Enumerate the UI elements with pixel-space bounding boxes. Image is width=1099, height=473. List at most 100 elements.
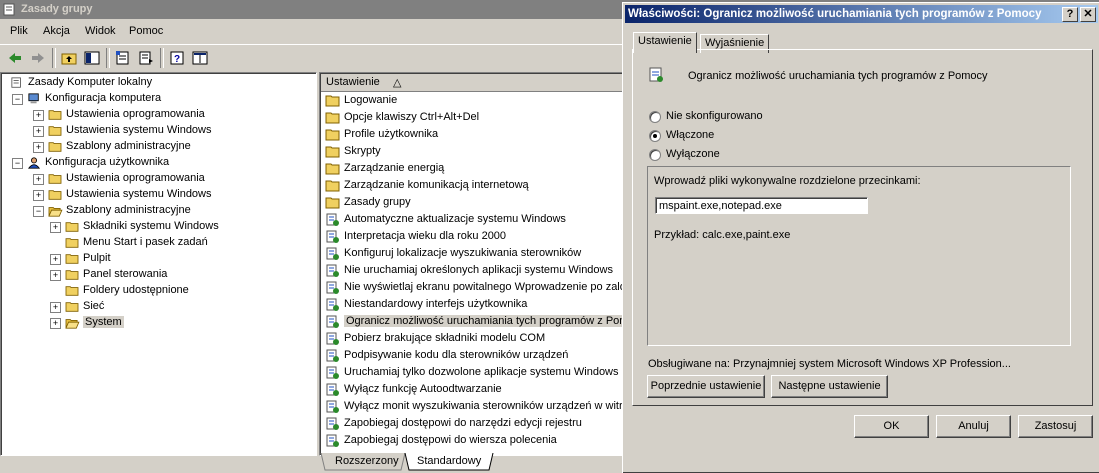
expand-toggle-icon[interactable]: + xyxy=(33,126,44,137)
expand-toggle-icon[interactable]: + xyxy=(50,302,61,313)
help-button[interactable]: ? xyxy=(1062,7,1078,22)
ok-button[interactable]: OK xyxy=(854,415,929,438)
expand-toggle-icon[interactable]: + xyxy=(33,190,44,201)
view-tabs: Rozszerzony Standardowy xyxy=(319,453,629,472)
folder-icon xyxy=(65,238,79,248)
list-item[interactable]: Zapobiegaj dostępowi do wiersza poleceni… xyxy=(324,432,624,449)
user-icon xyxy=(27,157,41,169)
tree-item[interactable]: + Ustawienia oprogramowania xyxy=(1,107,311,123)
tab-standard[interactable]: Standardowy xyxy=(409,453,489,470)
list-item[interactable]: Wyłącz funkcję Autoodtwarzanie xyxy=(324,381,624,398)
list-item[interactable]: Interpretacja wieku dla roku 2000 xyxy=(324,228,624,245)
column-header-setting[interactable]: Ustawienie △ xyxy=(321,74,629,92)
setting-policy-icon xyxy=(649,67,663,82)
list-item[interactable]: Zarządzanie komunikacją internetową xyxy=(324,177,624,194)
policy-setting-icon xyxy=(326,247,339,260)
dialog-title: Właściwości: Ogranicz możliwość uruchami… xyxy=(628,8,1042,20)
list-item[interactable]: Logowanie xyxy=(324,92,624,109)
list-item[interactable]: Nie wyświetlaj ekranu powitalnego Wprowa… xyxy=(324,279,630,296)
previous-setting-button[interactable]: Poprzednie ustawienie xyxy=(647,375,765,398)
radio-not-configured[interactable] xyxy=(649,111,661,123)
settings-list-pane[interactable]: Ustawienie △ Logowanie Opcje klawiszy Ctr… xyxy=(319,72,631,456)
list-item[interactable]: Ogranicz możliwość uruchamiania tych pro… xyxy=(324,313,630,330)
tree-item[interactable]: Foldery udostępnione xyxy=(1,283,311,299)
expand-toggle-icon[interactable]: + xyxy=(50,270,61,281)
list-item[interactable]: Automatyczne aktualizacje systemu Window… xyxy=(324,211,624,228)
folder-open-icon xyxy=(48,207,63,217)
back-arrow-icon[interactable] xyxy=(6,49,24,67)
folder-icon xyxy=(48,110,62,120)
tree-item[interactable]: + Ustawienia systemu Windows xyxy=(1,123,311,139)
radio-disabled[interactable] xyxy=(649,149,661,161)
tree-item[interactable]: − Szablony administracyjne xyxy=(1,203,311,219)
menu-plik[interactable]: Plik xyxy=(10,25,28,37)
show-pane-icon[interactable] xyxy=(191,49,209,67)
list-item[interactable]: Zapobiegaj dostępowi do narzędzi edycji … xyxy=(324,415,624,432)
list-item[interactable]: Uruchamiaj tylko dozwolone aplikacje sys… xyxy=(324,364,624,381)
up-folder-icon[interactable] xyxy=(60,49,78,67)
menu-akcja[interactable]: Akcja xyxy=(43,25,70,37)
tree-item[interactable]: + System xyxy=(1,315,311,331)
tree-item[interactable]: + Ustawienia systemu Windows xyxy=(1,187,311,203)
tree-item[interactable]: + Panel sterowania xyxy=(1,267,311,283)
folder-icon xyxy=(65,254,79,264)
tree-pane[interactable]: Zasady Komputer lokalny − Konfiguracja kom… xyxy=(0,72,317,456)
forward-arrow-icon[interactable] xyxy=(29,49,47,67)
help-icon[interactable]: ? xyxy=(168,49,186,67)
menu-pomoc[interactable]: Pomoc xyxy=(129,25,163,37)
expand-toggle-icon[interactable]: + xyxy=(33,142,44,153)
radio-not-configured-label[interactable]: Nie skonfigurowano xyxy=(666,110,763,122)
folder-icon xyxy=(325,146,340,158)
executables-input[interactable] xyxy=(655,197,868,214)
list-item[interactable]: Nie uruchamiaj określonych aplikacji sys… xyxy=(324,262,624,279)
next-setting-button[interactable]: Następne ustawienie xyxy=(771,375,888,398)
tab-explanation-label: Wyjaśnienie xyxy=(705,37,765,49)
folder-icon xyxy=(325,129,340,141)
radio-enabled-label[interactable]: Włączone xyxy=(666,129,714,141)
list-item[interactable]: Konfiguruj lokalizacje wyszukiwania ster… xyxy=(324,245,624,262)
tab-extended[interactable]: Rozszerzony xyxy=(327,453,407,470)
properties-icon[interactable] xyxy=(114,49,132,67)
list-item[interactable]: Profile użytkownika xyxy=(324,126,624,143)
tree-item[interactable]: + Pulpit xyxy=(1,251,311,267)
close-button[interactable]: ✕ xyxy=(1080,7,1096,22)
radio-enabled[interactable] xyxy=(649,130,661,142)
expand-toggle-icon[interactable]: − xyxy=(12,158,23,169)
radio-disabled-label[interactable]: Wyłączone xyxy=(666,148,720,160)
list-item[interactable]: Podpisywanie kodu dla sterowników urządz… xyxy=(324,347,624,364)
dialog-titlebar[interactable]: Właściwości: Ogranicz możliwość uruchami… xyxy=(625,5,1098,23)
expand-toggle-icon[interactable]: − xyxy=(33,206,44,217)
list-item[interactable]: Opcje klawiszy Ctrl+Alt+Del xyxy=(324,109,624,126)
list-item[interactable]: Niestandardowy interfejs użytkownika xyxy=(324,296,624,313)
tree-item[interactable]: + Sieć xyxy=(1,299,311,315)
tree-item[interactable]: Menu Start i pasek zadań xyxy=(1,235,311,251)
list-item[interactable]: Pobierz brakujące składniki modelu COM xyxy=(324,330,624,347)
tree-item-label: System xyxy=(83,316,124,328)
expand-toggle-icon[interactable]: + xyxy=(33,110,44,121)
tree-item[interactable]: + Szablony administracyjne xyxy=(1,139,311,155)
tree-item-label: Szablony administracyjne xyxy=(66,140,191,152)
export-list-icon[interactable] xyxy=(137,49,155,67)
expand-toggle-icon[interactable]: + xyxy=(33,174,44,185)
expand-toggle-icon[interactable]: + xyxy=(50,318,61,329)
menu-widok[interactable]: Widok xyxy=(85,25,116,37)
expand-toggle-icon[interactable]: + xyxy=(50,254,61,265)
list-item[interactable]: Skrypty xyxy=(324,143,624,160)
tree-item[interactable]: − Konfiguracja komputera xyxy=(1,91,311,107)
show-hide-tree-icon[interactable] xyxy=(83,49,101,67)
expand-toggle-icon[interactable]: − xyxy=(12,94,23,105)
tab-setting-label: Ustawienie xyxy=(638,35,692,47)
tree-item[interactable]: Zasady Komputer lokalny xyxy=(1,75,311,91)
list-item[interactable]: Wyłącz monit wyszukiwania sterowników ur… xyxy=(324,398,630,415)
expand-toggle-icon[interactable]: + xyxy=(50,222,61,233)
tree-item[interactable]: + Ustawienia oprogramowania xyxy=(1,171,311,187)
tree-item[interactable]: + Składniki systemu Windows xyxy=(1,219,311,235)
tab-setting[interactable]: Ustawienie xyxy=(633,32,697,53)
list-item[interactable]: Zasady grupy xyxy=(324,194,624,211)
apply-button[interactable]: Zastosuj xyxy=(1018,415,1093,438)
cancel-button[interactable]: Anuluj xyxy=(936,415,1011,438)
list-item[interactable]: Zarządzanie energią xyxy=(324,160,624,177)
policy-setting-icon xyxy=(326,366,339,379)
list-item-label: Skrypty xyxy=(344,145,381,157)
tree-item[interactable]: − Konfiguracja użytkownika xyxy=(1,155,311,171)
